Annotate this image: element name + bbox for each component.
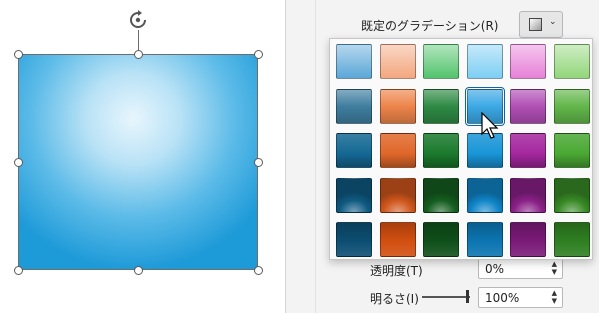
preset-gradient-swatch[interactable]	[423, 44, 459, 79]
chevron-down-icon: ⌄	[549, 17, 557, 27]
preset-gradients-gallery	[329, 38, 593, 260]
preset-gradients-label: 既定のグラデーション(R)	[361, 19, 499, 33]
preset-gradient-swatch[interactable]	[336, 222, 372, 257]
brightness-label: 明るさ(I)	[370, 292, 419, 306]
transparency-spinner[interactable]: 0% ▲ ▼	[478, 258, 563, 279]
slide-canvas	[0, 0, 285, 313]
preset-gradient-swatch[interactable]	[423, 222, 459, 257]
preset-gradient-swatch[interactable]	[336, 177, 372, 213]
preset-gradient-swatch[interactable]	[510, 222, 546, 257]
resize-handle-bottom-right[interactable]	[254, 266, 263, 275]
preset-gradient-swatch[interactable]	[510, 133, 546, 168]
spinner-arrows-icon[interactable]: ▲ ▼	[552, 260, 557, 276]
preset-gradient-swatch[interactable]	[553, 44, 590, 79]
preset-gradient-swatch[interactable]	[423, 133, 459, 168]
resize-handle-left[interactable]	[14, 158, 23, 167]
rotate-handle-icon[interactable]	[127, 9, 149, 31]
preset-gradient-swatch[interactable]	[553, 222, 590, 257]
preset-gradient-swatch[interactable]	[466, 44, 503, 79]
resize-handle-bottom-left[interactable]	[14, 266, 23, 275]
preset-gradient-swatch[interactable]	[553, 177, 590, 213]
spinner-arrows-icon[interactable]: ▲ ▼	[552, 289, 557, 305]
pane-divider	[315, 0, 316, 313]
brightness-spinner[interactable]: 100% ▲ ▼	[478, 287, 563, 308]
preset-gradient-swatch[interactable]	[379, 177, 416, 213]
preset-gradient-swatch[interactable]	[466, 222, 503, 257]
preset-gradient-swatch[interactable]	[379, 44, 416, 79]
preset-gradient-swatch[interactable]	[466, 177, 503, 213]
gradient-rectangle-shape[interactable]	[18, 54, 258, 270]
preset-gradient-swatch[interactable]	[379, 222, 416, 257]
resize-handle-right[interactable]	[254, 158, 263, 167]
gradient-swatch-icon	[529, 18, 542, 31]
preset-gradient-swatch[interactable]	[379, 133, 416, 168]
preset-gradient-swatch[interactable]	[510, 88, 546, 124]
resize-handle-bottom[interactable]	[134, 266, 143, 275]
preset-gradients-button[interactable]: ⌄	[519, 11, 563, 38]
resize-handle-top[interactable]	[134, 50, 143, 59]
resize-handle-top-left[interactable]	[14, 50, 23, 59]
preset-gradient-swatch[interactable]	[510, 177, 546, 213]
preset-gradient-swatch[interactable]	[379, 88, 416, 124]
transparency-label: 透明度(T)	[370, 264, 423, 278]
transparency-value: 0%	[485, 262, 505, 276]
preset-gradient-swatch[interactable]	[510, 44, 546, 79]
resize-handle-top-right[interactable]	[254, 50, 263, 59]
preset-gradient-swatch[interactable]	[336, 133, 372, 168]
brightness-slider-thumb[interactable]	[466, 290, 469, 303]
preset-gradient-swatch[interactable]	[553, 133, 590, 168]
brightness-value: 100%	[485, 291, 520, 305]
preset-gradient-swatch[interactable]	[336, 44, 372, 79]
preset-gradient-swatch[interactable]	[553, 88, 590, 124]
preset-gradient-swatch[interactable]	[423, 177, 459, 213]
mouse-cursor-icon	[481, 112, 499, 139]
preset-gradient-swatch[interactable]	[336, 88, 372, 124]
brightness-slider-track[interactable]	[422, 296, 470, 298]
preset-gradient-swatch[interactable]	[423, 88, 459, 124]
